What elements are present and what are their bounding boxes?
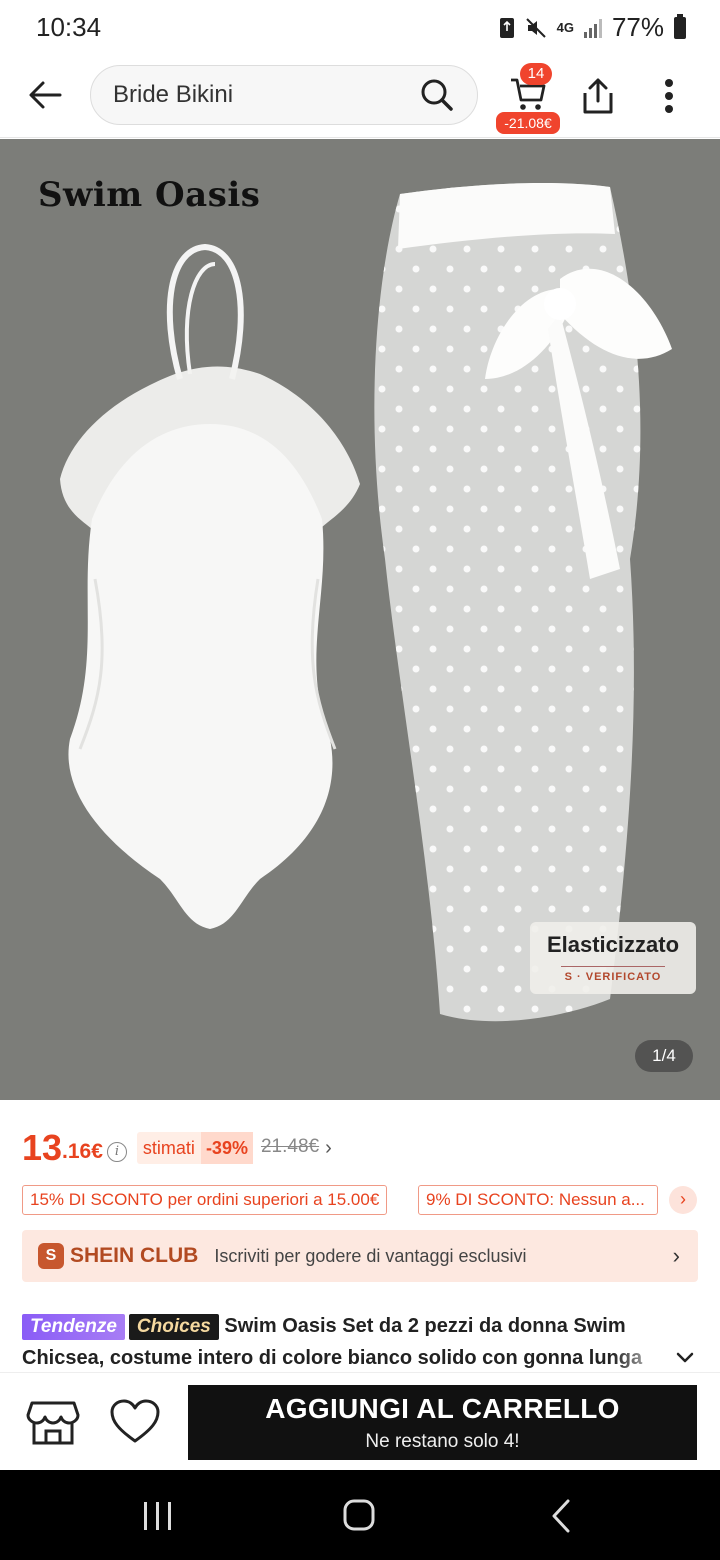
coupon-1[interactable]: 15% DI SCONTO per ordini superiori a 15.…	[22, 1185, 388, 1215]
chevron-down-icon[interactable]	[674, 1346, 696, 1368]
coupon-more-button[interactable]: ›	[669, 1186, 697, 1214]
status-time: 10:34	[36, 12, 102, 42]
feature-badge-divider	[561, 966, 665, 967]
more-vertical-icon	[665, 79, 673, 113]
club-name: SHEIN CLUB	[70, 1244, 199, 1267]
top-bar: Bride Bikini 14 -21.08€	[0, 56, 720, 138]
add-to-cart-button[interactable]: AGGIUNGI AL CARRELLO Ne restano solo 4!	[188, 1385, 697, 1460]
recent-apps-icon[interactable]	[140, 1500, 176, 1532]
cart-savings-badge: -21.08€	[496, 112, 560, 134]
feature-badge-subtitle: S · VERIFICATO	[564, 971, 662, 983]
estimated-label: stimati	[142, 1137, 195, 1158]
coupon-2[interactable]: 9% DI SCONTO: Nessun a...	[418, 1185, 658, 1215]
add-to-cart-label: AGGIUNGI AL CARRELLO	[265, 1393, 620, 1424]
cart-count-badge: 14	[520, 63, 552, 85]
status-bar: 10:34 4G 77%	[0, 0, 720, 56]
price-cents: .16€	[62, 1140, 103, 1163]
wishlist-button[interactable]	[108, 1397, 162, 1447]
product-image-carousel[interactable]: Swim Oasis Elasticizzato S · VERIFICATO …	[0, 139, 720, 1100]
image-page-counter: 1/4	[635, 1040, 693, 1072]
shein-club-banner[interactable]: S SHEIN CLUB Iscriviti per godere di van…	[22, 1230, 698, 1282]
club-description: Iscriviti per godere di vantaggi esclusi…	[214, 1245, 527, 1266]
estimated-discount[interactable]: stimati -39%	[136, 1132, 253, 1164]
share-icon	[583, 78, 613, 114]
original-price: 21.48€	[260, 1136, 320, 1157]
feature-badge: Elasticizzato S · VERIFICATO	[530, 922, 696, 994]
heart-icon	[110, 1399, 160, 1443]
system-nav-bar	[0, 1470, 720, 1560]
mute-icon	[525, 17, 546, 38]
price-main: 13	[22, 1127, 63, 1168]
cart-button[interactable]: 14 -21.08€	[496, 60, 560, 134]
search-input[interactable]: Bride Bikini	[90, 65, 478, 125]
search-icon	[421, 79, 453, 111]
status-icons: 4G 77%	[499, 12, 686, 43]
back-arrow-icon	[29, 81, 62, 109]
sync-icon	[499, 17, 514, 38]
network-label: 4G	[556, 19, 574, 35]
back-button[interactable]	[22, 72, 68, 118]
store-button[interactable]	[26, 1397, 80, 1447]
club-logo-icon: S	[38, 1243, 64, 1269]
tag-choices: Choices	[128, 1313, 219, 1340]
home-icon[interactable]	[342, 1498, 376, 1532]
battery-percent: 77%	[611, 12, 664, 42]
discount-percent: -39%	[200, 1132, 253, 1164]
search-button[interactable]	[415, 73, 459, 117]
signal-icon	[583, 18, 602, 38]
back-nav-icon[interactable]	[548, 1498, 574, 1534]
feature-badge-title: Elasticizzato	[546, 932, 680, 957]
more-options-button[interactable]	[646, 72, 692, 120]
price-row: 13 .16€ i stimati -39% 21.48€ ›	[22, 1124, 332, 1168]
tag-trend: Tendenze	[22, 1313, 125, 1340]
share-button[interactable]	[574, 72, 622, 120]
store-icon	[26, 1401, 80, 1445]
chevron-right-icon[interactable]: ›	[325, 1137, 332, 1160]
search-query: Bride Bikini	[113, 81, 234, 108]
title-fade	[612, 1342, 672, 1374]
product-title-text: Tendenze Choices Swim Oasis Set da 2 pezz…	[22, 1310, 702, 1374]
stock-note: Ne restano solo 4!	[365, 1431, 520, 1452]
brand-logo: Swim Oasis	[38, 175, 261, 215]
product-title[interactable]: Tendenze Choices Swim Oasis Set da 2 pezz…	[22, 1310, 702, 1374]
bottom-action-bar: AGGIUNGI AL CARRELLO Ne restano solo 4!	[0, 1372, 720, 1470]
battery-icon	[674, 13, 686, 39]
chevron-right-icon: ›	[672, 1243, 680, 1268]
info-icon[interactable]: i	[106, 1142, 127, 1162]
